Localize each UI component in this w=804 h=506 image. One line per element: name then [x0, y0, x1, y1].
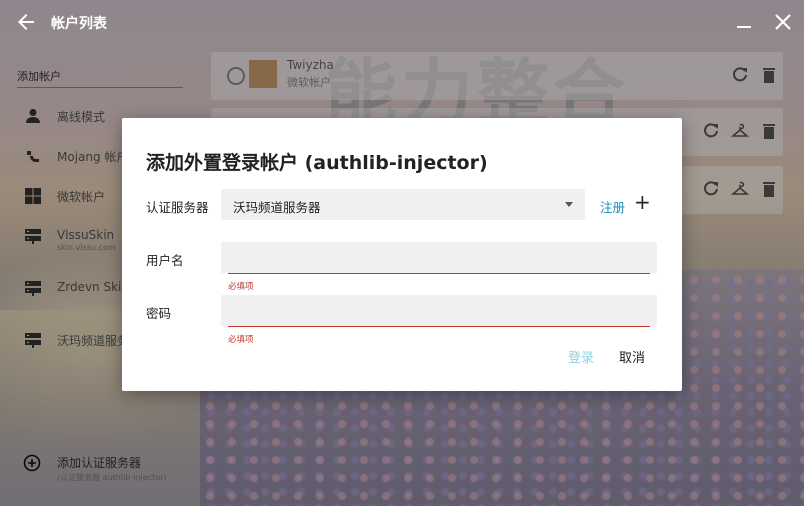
register-link[interactable]: 注册 — [600, 197, 625, 216]
auth-server-select[interactable]: 沃玛频道服务器 — [221, 189, 585, 220]
password-error: 必填项 — [228, 335, 254, 345]
title-bar: 帐户列表 — [0, 0, 804, 44]
dialog-title: 添加外置登录帐户 (authlib-injector) — [146, 152, 488, 174]
close-icon — [775, 14, 791, 30]
password-input[interactable] — [221, 295, 657, 326]
back-button[interactable] — [14, 10, 38, 34]
username-error: 必填项 — [228, 282, 254, 292]
close-button[interactable] — [772, 11, 794, 33]
minimize-icon — [737, 26, 751, 28]
caret-down-icon — [565, 202, 573, 207]
add-account-dialog: 添加外置登录帐户 (authlib-injector) 认证服务器 沃玛频道服务… — [122, 118, 682, 391]
password-underline — [228, 326, 650, 327]
cancel-button[interactable]: 取消 — [619, 347, 645, 366]
password-field[interactable] — [221, 295, 657, 326]
server-label: 认证服务器 — [146, 200, 209, 215]
minimize-button[interactable] — [733, 11, 755, 33]
add-server-plus-button[interactable]: + — [634, 192, 651, 212]
auth-server-value: 沃玛频道服务器 — [233, 200, 321, 215]
username-field[interactable] — [221, 242, 657, 273]
username-label: 用户名 — [146, 253, 184, 268]
username-underline — [228, 273, 650, 274]
arrow-left-icon — [18, 14, 34, 30]
window-title: 帐户列表 — [51, 16, 107, 32]
password-label: 密码 — [146, 306, 172, 321]
username-input[interactable] — [221, 242, 657, 273]
login-button[interactable]: 登录 — [568, 347, 594, 366]
